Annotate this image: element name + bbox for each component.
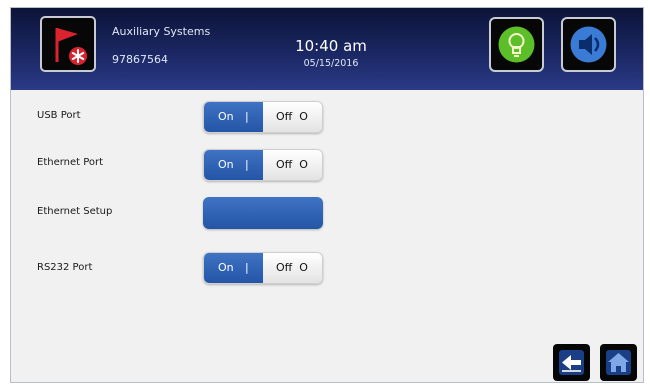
back-button[interactable] <box>553 344 590 381</box>
rs232-on-text: On <box>218 261 234 274</box>
ethernet-off-text: Off <box>276 158 293 171</box>
ethernet-off-mark: O <box>299 158 308 171</box>
usb-off-text: Off <box>276 110 293 123</box>
usb-port-toggle[interactable]: On | Off O <box>203 101 323 133</box>
usb-port-off-option[interactable]: Off O <box>263 102 322 132</box>
rs232-port-toggle[interactable]: On | Off O <box>203 252 323 284</box>
system-number: 97867564 <box>112 53 168 66</box>
usb-port-on-option[interactable]: On <box>204 102 263 132</box>
ethernet-port-on-option[interactable]: On <box>204 150 263 180</box>
home-icon <box>606 350 631 375</box>
rs232-port-label: RS232 Port <box>37 262 93 273</box>
ethernet-setup-button[interactable] <box>203 197 323 229</box>
rs232-port-on-option[interactable]: On <box>204 253 263 283</box>
ethernet-port-off-option[interactable]: Off O <box>263 150 322 180</box>
rs232-on-separator: | <box>245 261 249 274</box>
red-flag-with-asterisk-icon <box>55 28 87 65</box>
usb-off-mark: O <box>299 110 308 123</box>
rs232-off-text: Off <box>276 261 293 274</box>
ethernet-port-label: Ethernet Port <box>37 157 104 168</box>
light-button[interactable] <box>489 17 544 72</box>
back-arrow-icon <box>559 350 584 375</box>
clock-date: 05/15/2016 <box>303 58 359 69</box>
home-button[interactable] <box>600 344 637 381</box>
auxiliary-systems-screen: Auxiliary Systems 97867564 10:40 am 05/1… <box>10 7 644 383</box>
usb-on-text: On <box>218 110 234 123</box>
system-title: Auxiliary Systems <box>112 25 211 38</box>
sound-button[interactable] <box>561 17 616 72</box>
speaker-icon <box>570 26 607 63</box>
rs232-port-off-option[interactable]: Off O <box>263 253 322 283</box>
rs232-off-mark: O <box>299 261 308 274</box>
usb-port-label: USB Port <box>37 110 81 121</box>
ethernet-on-text: On <box>218 158 234 171</box>
usb-on-separator: | <box>245 110 249 123</box>
header-bar: Auxiliary Systems 97867564 10:40 am 05/1… <box>11 8 643 90</box>
clock-time: 10:40 am <box>295 37 367 55</box>
ethernet-on-separator: | <box>245 158 249 171</box>
lightbulb-icon <box>498 26 535 63</box>
ethernet-port-toggle[interactable]: On | Off O <box>203 149 323 181</box>
ethernet-setup-label: Ethernet Setup <box>37 206 113 217</box>
system-icon-button[interactable] <box>40 16 96 72</box>
